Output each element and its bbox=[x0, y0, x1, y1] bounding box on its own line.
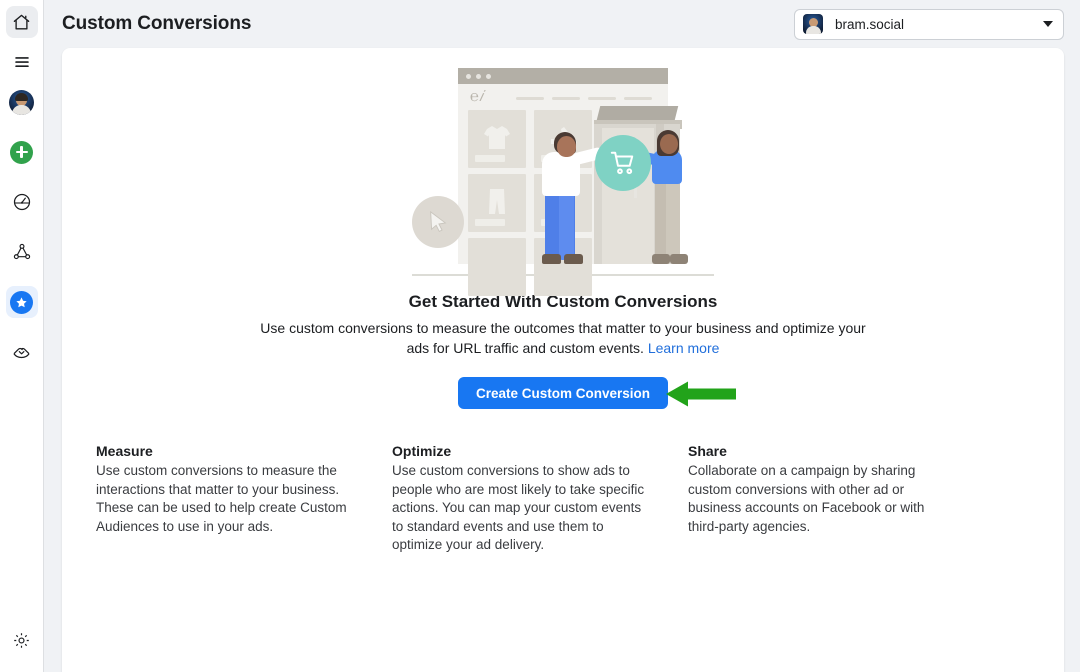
sidebar-item-performance[interactable] bbox=[6, 186, 38, 218]
person-left-shoe bbox=[542, 254, 561, 264]
annotation-arrow-left-icon bbox=[666, 381, 736, 407]
speedometer-icon bbox=[13, 193, 30, 211]
plus-circle-icon bbox=[10, 140, 33, 164]
product-tile bbox=[468, 110, 526, 168]
product-tile bbox=[468, 174, 526, 232]
browser-dot bbox=[466, 73, 471, 79]
home-icon bbox=[13, 14, 30, 30]
empty-state-description: Use custom conversions to measure the ou… bbox=[251, 318, 876, 358]
tshirt-icon bbox=[484, 126, 510, 149]
cta-row: Create Custom Conversion bbox=[62, 377, 1064, 409]
feature-title: Measure bbox=[96, 443, 153, 459]
sidebar-item-network[interactable] bbox=[6, 236, 38, 268]
gear-icon bbox=[14, 632, 29, 648]
feature-body: Collaborate on a campaign by sharing cus… bbox=[688, 463, 925, 534]
feature-share: Share Collaborate on a campaign by shari… bbox=[688, 443, 944, 555]
sidebar-item-create[interactable] bbox=[6, 136, 38, 168]
shop-logo-icon: ℮𝑖 bbox=[470, 89, 483, 105]
handshake-icon bbox=[13, 347, 30, 358]
person-left-shoe bbox=[564, 254, 583, 264]
left-nav-rail bbox=[0, 0, 44, 672]
feature-columns: Measure Use custom conversions to measur… bbox=[62, 443, 1064, 555]
empty-state: ℮𝑖 Get Started With Custom Conversions U… bbox=[62, 48, 1064, 555]
person-right-head bbox=[660, 134, 678, 154]
account-name: bram.social bbox=[835, 16, 905, 32]
empty-state-description-text: Use custom conversions to measure the ou… bbox=[260, 320, 866, 356]
sidebar-item-custom-conversions[interactable] bbox=[5, 286, 38, 318]
person-right-shoe bbox=[670, 254, 688, 264]
product-tile bbox=[468, 238, 526, 296]
star-icon bbox=[16, 296, 27, 307]
content-card: ℮𝑖 Get Started With Custom Conversions U… bbox=[62, 48, 1064, 672]
sidebar-item-menu[interactable] bbox=[6, 46, 38, 78]
nav-placeholder-line bbox=[588, 97, 616, 100]
nav-placeholder-line bbox=[516, 97, 544, 100]
nav-placeholder-line bbox=[552, 97, 580, 100]
cart-badge bbox=[595, 135, 651, 191]
feature-title: Optimize bbox=[392, 443, 452, 459]
shopping-cart-icon bbox=[610, 151, 634, 175]
learn-more-link[interactable]: Learn more bbox=[648, 340, 720, 356]
cursor-badge bbox=[412, 196, 464, 248]
top-bar: Custom Conversions bram.social bbox=[44, 0, 1080, 48]
person-right-leg bbox=[666, 176, 680, 260]
main-area: Custom Conversions bram.social ℮𝑖 Get St… bbox=[44, 0, 1080, 672]
sidebar-item-profile[interactable] bbox=[6, 86, 38, 118]
person-left-leg bbox=[559, 186, 574, 260]
storefront-shopping-illustration: ℮𝑖 bbox=[412, 68, 714, 296]
person-left-head bbox=[557, 136, 576, 157]
pants-icon bbox=[489, 189, 505, 214]
feature-title: Share bbox=[688, 443, 727, 459]
chevron-down-icon bbox=[1043, 21, 1053, 27]
feature-body: Use custom conversions to measure the in… bbox=[96, 463, 347, 534]
network-nodes-icon bbox=[13, 243, 30, 260]
app-root: Custom Conversions bram.social ℮𝑖 Get St… bbox=[0, 0, 1080, 672]
account-avatar bbox=[803, 14, 823, 34]
feature-optimize: Optimize Use custom conversions to show … bbox=[392, 443, 648, 555]
browser-dot bbox=[476, 73, 481, 79]
star-circle-icon bbox=[10, 290, 33, 314]
feature-measure: Measure Use custom conversions to measur… bbox=[96, 443, 352, 555]
page-title: Custom Conversions bbox=[62, 13, 252, 34]
avatar-icon bbox=[9, 89, 34, 115]
hamburger-menu-icon bbox=[14, 57, 29, 68]
account-selector[interactable]: bram.social bbox=[794, 8, 1064, 40]
browser-title-bar bbox=[458, 68, 668, 84]
cursor-arrow-icon bbox=[430, 210, 447, 233]
browser-dot bbox=[486, 73, 491, 79]
sidebar-item-settings[interactable] bbox=[6, 624, 38, 656]
create-custom-conversion-button[interactable]: Create Custom Conversion bbox=[457, 377, 669, 409]
person-right-shoe bbox=[652, 254, 670, 264]
nav-placeholder-line bbox=[624, 97, 652, 100]
sidebar-item-partnerships[interactable] bbox=[6, 336, 38, 368]
sidebar-item-home[interactable] bbox=[5, 6, 38, 38]
feature-body: Use custom conversions to show ads to pe… bbox=[392, 463, 645, 552]
